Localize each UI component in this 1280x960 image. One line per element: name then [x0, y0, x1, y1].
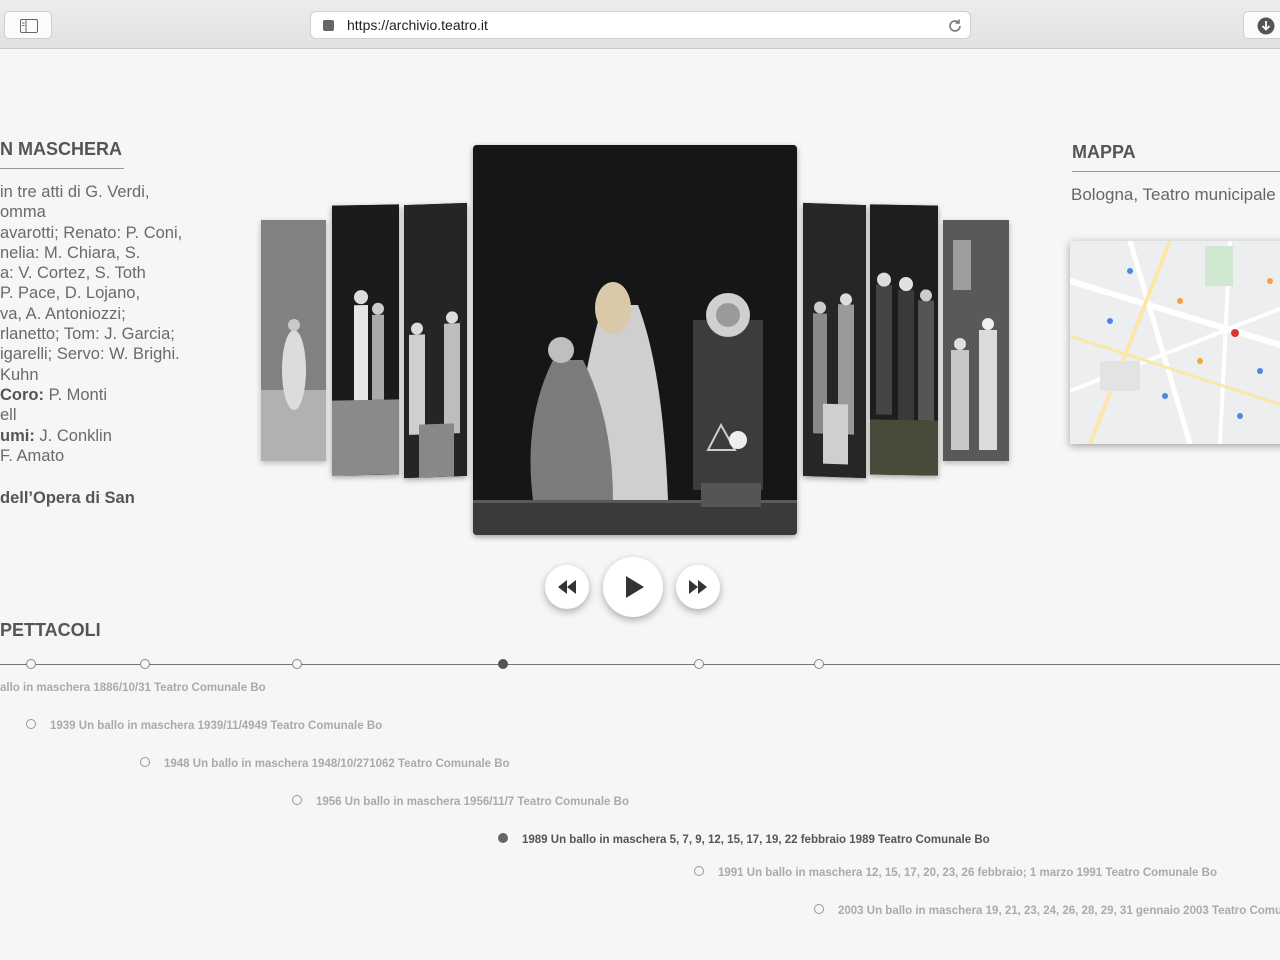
download-icon [1257, 17, 1275, 35]
play-icon [626, 576, 644, 598]
credit-text: avarotti; Renato: P. Coni, [0, 223, 183, 242]
opera-credits: in tre atti di G. Verdi, omma avarotti; … [0, 182, 215, 508]
gallery-photo-thumbnail[interactable] [803, 202, 866, 479]
performance-entry[interactable]: 1956 Un ballo in maschera 1956/11/7 Teat… [316, 796, 629, 808]
credit-line: rlanetto; Tom: J. Garcia; [0, 324, 215, 344]
downloads-button[interactable] [1243, 11, 1280, 39]
credit-text: Kuhn [0, 365, 39, 384]
map-section-title: MAPPA [1072, 142, 1280, 172]
credit-line: nelia: M. Chiara, S. [0, 243, 215, 263]
rewind-icon [558, 580, 576, 594]
credit-text: rlanetto; Tom: J. Garcia; [0, 325, 175, 344]
fast-forward-button[interactable] [676, 565, 720, 609]
gallery-photo-thumbnail[interactable] [332, 204, 399, 476]
timeline-marker[interactable] [694, 659, 704, 669]
gallery-photo-thumbnail[interactable] [261, 220, 326, 461]
performance-entry-active[interactable]: 1989 Un ballo in maschera 5, 7, 9, 12, 1… [522, 834, 990, 846]
browser-toolbar: https://archivio.teatro.it [0, 0, 1280, 49]
credit-text: omma [0, 203, 46, 222]
credit-line: va, A. Antoniozzi; [0, 304, 215, 324]
performances-section-title: PETTACOLI [0, 620, 101, 640]
credit-text: P. Pace, D. Lojano, [0, 284, 141, 303]
production-text: dell’Opera di San [0, 489, 135, 508]
credit-text: igarelli; Servo: W. Brighi. [0, 345, 180, 364]
timeline-marker[interactable] [26, 659, 36, 669]
performance-entry[interactable]: allo in maschera 1886/10/31 Teatro Comun… [0, 682, 266, 694]
timeline-axis [0, 664, 1280, 665]
rewind-button[interactable] [545, 565, 589, 609]
credit-line: F. Amato [0, 446, 215, 466]
performance-entry[interactable]: 2003 Un ballo in maschera 19, 21, 23, 24… [838, 905, 1280, 917]
sidebar-icon [20, 19, 38, 33]
gallery-photo-thumbnail[interactable] [404, 202, 467, 479]
fast-forward-icon [689, 580, 707, 594]
credit-text: va, A. Antoniozzi; [0, 304, 126, 323]
credit-label: Coro: [0, 385, 44, 404]
credit-line: igarelli; Servo: W. Brighi. [0, 344, 215, 364]
gallery-photo-thumbnail[interactable] [943, 220, 1009, 461]
timeline-marker[interactable] [292, 659, 302, 669]
timeline-marker-active[interactable] [498, 659, 508, 669]
performance-bullet [292, 795, 302, 805]
credit-text: ell [0, 406, 17, 425]
venue-name: Bologna, Teatro municipale [1071, 185, 1276, 204]
production-company: dell’Opera di San [0, 488, 215, 508]
credit-line: a: V. Cortez, S. Toth [0, 263, 215, 283]
credit-line: umi: J. Conklin [0, 426, 215, 446]
credit-text: P. Monti [44, 385, 107, 404]
credit-text: J. Conklin [34, 426, 112, 445]
performance-bullet [694, 866, 704, 876]
credit-text: F. Amato [0, 446, 65, 465]
performance-bullet-active [498, 833, 508, 843]
credit-line: in tre atti di G. Verdi, [0, 182, 215, 202]
credit-line: Kuhn [0, 365, 215, 385]
location-map[interactable] [1070, 241, 1280, 444]
credit-line: avarotti; Renato: P. Coni, [0, 223, 215, 243]
credit-label: umi: [0, 426, 35, 445]
credit-line: ell [0, 405, 215, 425]
credit-text: nelia: M. Chiara, S. [0, 243, 141, 262]
gallery-photo-thumbnail[interactable] [870, 204, 938, 476]
credit-line: Coro: P. Monti [0, 385, 215, 405]
url-text[interactable]: https://archivio.teatro.it [347, 17, 488, 33]
performance-entry[interactable]: 1939 Un ballo in maschera 1939/11/4949 T… [50, 720, 382, 732]
timeline-marker[interactable] [140, 659, 150, 669]
performance-entry[interactable]: 1948 Un ballo in maschera 1948/10/271062… [164, 758, 510, 770]
play-button[interactable] [603, 557, 663, 617]
gallery-main-photo[interactable] [473, 145, 797, 535]
opera-title: N MASCHERA [0, 139, 124, 169]
sidebar-toggle-button[interactable] [4, 11, 52, 39]
performance-bullet [140, 757, 150, 767]
credit-text: in tre atti di G. Verdi, [0, 183, 150, 201]
performance-bullet [814, 904, 824, 914]
credit-line: P. Pace, D. Lojano, [0, 283, 215, 303]
credit-text: a: V. Cortez, S. Toth [0, 264, 146, 283]
address-bar[interactable]: https://archivio.teatro.it [310, 11, 971, 39]
timeline-marker[interactable] [814, 659, 824, 669]
performance-bullet [26, 719, 36, 729]
site-icon [323, 20, 334, 31]
reload-icon[interactable] [946, 17, 964, 35]
performance-entry[interactable]: 1991 Un ballo in maschera 12, 15, 17, 20… [718, 867, 1217, 879]
credit-line: omma [0, 202, 215, 222]
